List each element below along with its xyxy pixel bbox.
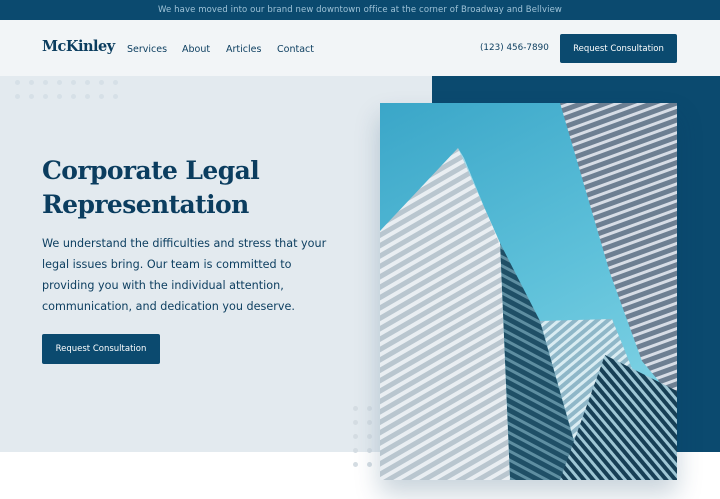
- top-navigation: McKinley Services About Articles Contact…: [0, 20, 720, 76]
- hero-description: We understand the difficulties and stres…: [42, 237, 327, 313]
- nav-link-services[interactable]: Services: [127, 44, 167, 55]
- hero-title-line-1: Corporate Legal: [42, 156, 260, 185]
- announcement-bar: We have moved into our brand new downtow…: [0, 0, 720, 20]
- nav-link-articles[interactable]: Articles: [226, 44, 261, 55]
- decorative-dot-grid-bottom: [353, 406, 372, 467]
- decorative-dot-grid: [15, 80, 118, 99]
- logo[interactable]: McKinley: [42, 38, 115, 55]
- announcement-text: We have moved into our brand new downtow…: [158, 5, 562, 15]
- phone-number[interactable]: (123) 456-7890: [480, 43, 549, 53]
- skyscraper-photo: [380, 103, 677, 480]
- hero-title: Corporate Legal Representation: [42, 154, 372, 222]
- hero-request-consultation-button[interactable]: Request Consultation: [42, 334, 160, 364]
- nav-link-about[interactable]: About: [182, 44, 210, 55]
- nav-link-contact[interactable]: Contact: [277, 44, 314, 55]
- request-consultation-button[interactable]: Request Consultation: [560, 34, 677, 63]
- hero-title-line-2: Representation: [42, 190, 249, 219]
